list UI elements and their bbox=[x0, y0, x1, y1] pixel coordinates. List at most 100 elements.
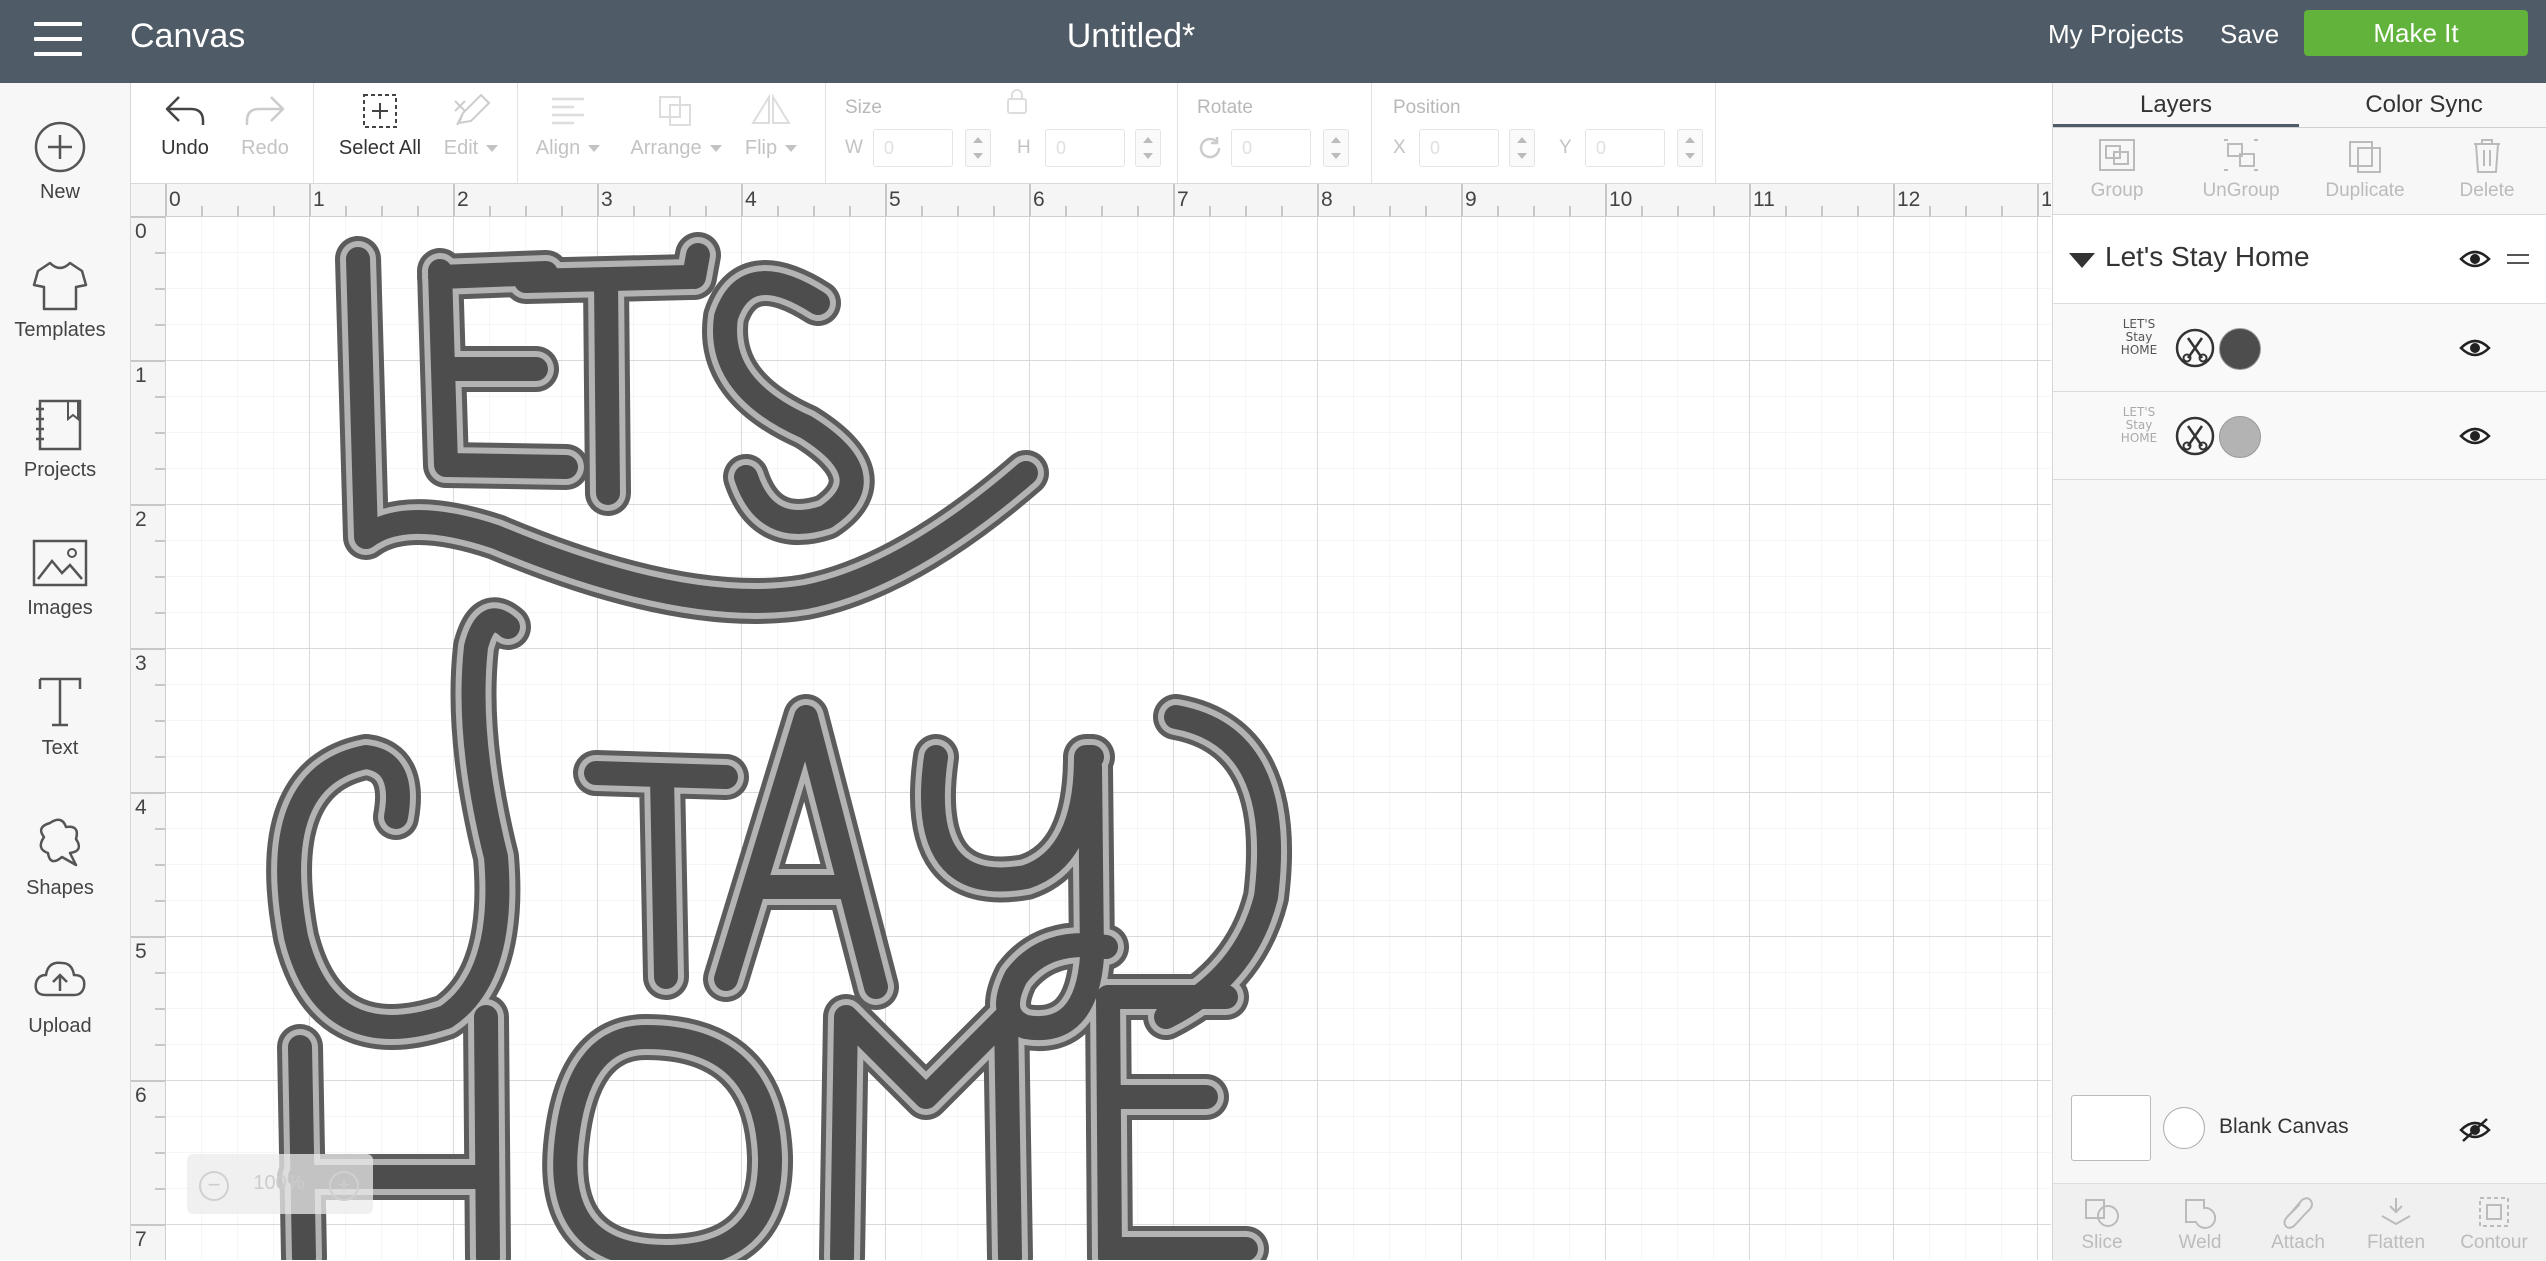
sidebar-item-templates[interactable]: Templates bbox=[0, 257, 120, 342]
text-t-icon bbox=[38, 677, 82, 727]
y-stepper[interactable] bbox=[1677, 129, 1703, 167]
scissors-cut-icon[interactable] bbox=[2175, 328, 2215, 368]
layer-color-swatch[interactable] bbox=[2219, 328, 2261, 370]
ruler-number: 10 bbox=[1609, 188, 1633, 211]
attach-button[interactable]: Attach bbox=[2249, 1194, 2347, 1254]
design-canvas[interactable]: 0 1 2 3 4 5 6 7 8 9 10 11 12 1 0 1 2 3 4… bbox=[131, 184, 2051, 1260]
my-projects-link[interactable]: My Projects bbox=[2048, 18, 2184, 50]
eye-hidden-icon[interactable] bbox=[2459, 1117, 2491, 1143]
ruler-number: 9 bbox=[1465, 188, 1477, 211]
height-value: 0 bbox=[1056, 138, 1067, 158]
height-stepper[interactable] bbox=[1135, 129, 1161, 167]
tab-layers[interactable]: Layers bbox=[2053, 83, 2299, 127]
y-position-field[interactable]: 0 bbox=[1585, 129, 1665, 167]
save-button[interactable]: Save bbox=[2220, 18, 2279, 50]
make-it-button[interactable]: Make It bbox=[2304, 10, 2528, 56]
undo-icon bbox=[165, 96, 205, 125]
flip-menu-button[interactable]: Flip bbox=[731, 91, 811, 160]
ruler-number: 12 bbox=[1897, 188, 1921, 211]
size-group-label: Size bbox=[845, 97, 882, 118]
drag-handle-icon[interactable] bbox=[2505, 251, 2531, 267]
width-field[interactable]: 0 bbox=[873, 129, 953, 167]
ungroup-button[interactable]: UnGroup bbox=[2181, 136, 2301, 202]
zoom-in-button[interactable]: + bbox=[329, 1171, 359, 1201]
rotate-group-label: Rotate bbox=[1197, 97, 1253, 118]
paperclip-icon bbox=[2283, 1197, 2313, 1229]
rotate-field[interactable]: 0 bbox=[1231, 129, 1311, 167]
image-icon bbox=[32, 539, 88, 587]
sidebar-item-images[interactable]: Images bbox=[0, 535, 120, 620]
eye-icon[interactable] bbox=[2459, 424, 2491, 448]
slice-button[interactable]: Slice bbox=[2053, 1194, 2151, 1254]
ruler-number: 4 bbox=[745, 188, 757, 211]
x-position-field[interactable]: 0 bbox=[1419, 129, 1499, 167]
redo-button[interactable]: Redo bbox=[225, 91, 305, 160]
ruler-number: 4 bbox=[135, 796, 147, 819]
delete-button[interactable]: Delete bbox=[2427, 136, 2546, 202]
edit-menu-button[interactable]: Edit bbox=[431, 91, 511, 160]
x-stepper[interactable] bbox=[1509, 129, 1535, 167]
layer-row[interactable]: LET'S Stay HOME bbox=[2053, 392, 2546, 480]
layer-group-row[interactable]: Let's Stay Home bbox=[2053, 215, 2546, 304]
height-field[interactable]: 0 bbox=[1045, 129, 1125, 167]
edit-label: Edit bbox=[443, 137, 479, 159]
height-label: H bbox=[1017, 137, 1031, 158]
triangle-down-icon[interactable] bbox=[2069, 253, 2095, 268]
ruler-number: 7 bbox=[135, 1228, 147, 1251]
canvas-grid bbox=[166, 217, 2051, 1260]
scissors-cut-icon[interactable] bbox=[2175, 416, 2215, 456]
toolbar-divider bbox=[1177, 83, 1178, 183]
contour-label: Contour bbox=[2460, 1232, 2528, 1253]
top-header: Canvas Untitled* My Projects Save Make I… bbox=[0, 0, 2546, 83]
sidebar-item-text[interactable]: Text bbox=[0, 673, 120, 760]
document-title[interactable]: Untitled* bbox=[0, 16, 2262, 56]
lock-icon[interactable] bbox=[1005, 87, 1029, 117]
rotate-stepper[interactable] bbox=[1323, 129, 1349, 167]
canvas-color-preview[interactable] bbox=[2071, 1095, 2151, 1161]
arrange-menu-button[interactable]: Arrange bbox=[621, 91, 731, 160]
flip-icon bbox=[751, 93, 791, 124]
width-value: 0 bbox=[884, 138, 895, 158]
width-stepper[interactable] bbox=[965, 129, 991, 167]
layer-color-swatch[interactable] bbox=[2219, 416, 2261, 458]
ruler-number: 3 bbox=[135, 652, 147, 675]
arrange-label: Arrange bbox=[630, 137, 702, 159]
toolbar-divider bbox=[313, 83, 314, 183]
layer-row[interactable]: LET'S Stay HOME bbox=[2053, 304, 2546, 392]
blank-canvas-row[interactable]: Blank Canvas bbox=[2053, 1083, 2546, 1173]
x-value: 0 bbox=[1430, 138, 1441, 158]
eye-icon[interactable] bbox=[2459, 336, 2491, 360]
align-menu-button[interactable]: Align bbox=[523, 91, 613, 160]
sidebar-item-shapes[interactable]: Shapes bbox=[0, 813, 120, 900]
zoom-out-button[interactable]: − bbox=[199, 1171, 229, 1201]
chevron-down-icon bbox=[588, 145, 601, 153]
contour-button[interactable]: Contour bbox=[2445, 1194, 2543, 1254]
edit-toolbar: Undo Redo Select All Edit Align Arrange … bbox=[131, 83, 2051, 184]
flatten-button[interactable]: Flatten bbox=[2347, 1194, 2445, 1254]
cloud-upload-icon bbox=[34, 961, 86, 997]
plus-circle-icon bbox=[34, 121, 86, 173]
weld-icon bbox=[2185, 1199, 2217, 1229]
sidebar-item-new[interactable]: New bbox=[0, 119, 120, 204]
align-label: Align bbox=[535, 137, 581, 159]
attach-label: Attach bbox=[2271, 1232, 2325, 1253]
ruler-number: 1 bbox=[2041, 188, 2051, 211]
shapes-icon bbox=[39, 818, 81, 867]
canvas-color-swatch[interactable] bbox=[2163, 1107, 2205, 1149]
group-button[interactable]: Group bbox=[2057, 136, 2177, 202]
tab-color-sync[interactable]: Color Sync bbox=[2301, 83, 2546, 127]
sidebar-item-upload[interactable]: Upload bbox=[0, 951, 120, 1038]
eye-icon[interactable] bbox=[2459, 247, 2491, 271]
undo-button[interactable]: Undo bbox=[145, 91, 225, 160]
weld-button[interactable]: Weld bbox=[2151, 1194, 2249, 1254]
sidebar-item-projects[interactable]: Projects bbox=[0, 395, 120, 482]
zoom-level: 100% bbox=[253, 1172, 305, 1194]
sidebar-label: New bbox=[39, 181, 80, 203]
ruler-number: 11 bbox=[1753, 188, 1775, 211]
vertical-ruler: 0 1 2 3 4 5 6 7 bbox=[131, 216, 166, 1260]
duplicate-button[interactable]: Duplicate bbox=[2305, 136, 2425, 202]
slice-label: Slice bbox=[2081, 1232, 2123, 1253]
ruler-number: 6 bbox=[1033, 188, 1045, 211]
sidebar-label: Shapes bbox=[26, 877, 94, 899]
select-all-button[interactable]: Select All bbox=[325, 91, 435, 160]
